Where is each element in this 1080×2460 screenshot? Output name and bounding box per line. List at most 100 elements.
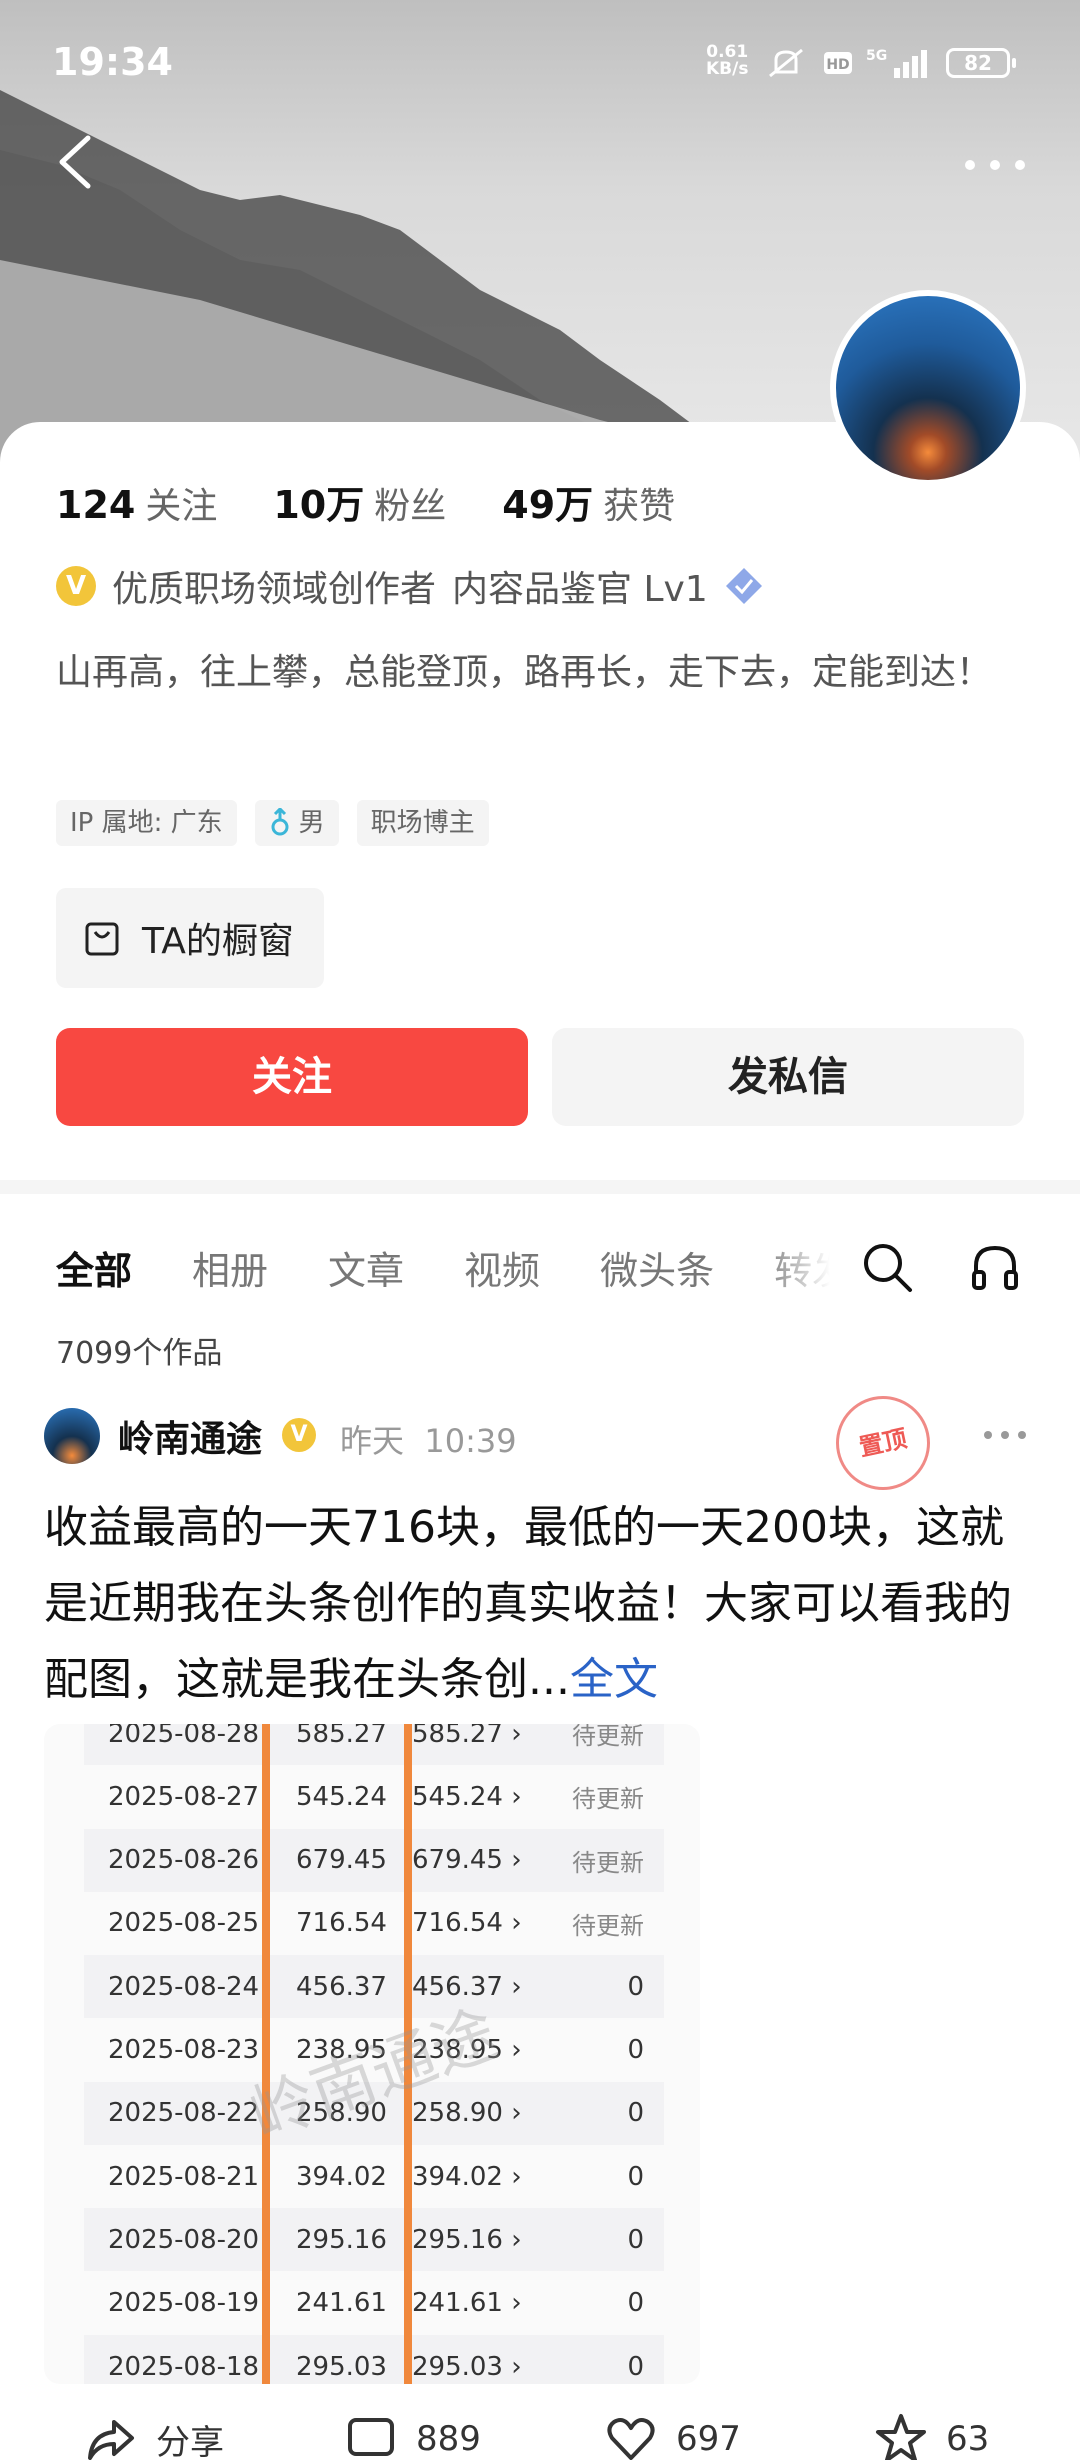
read-more-link[interactable]: 全文 (570, 1654, 658, 1705)
tag-category: 职场博主 (356, 800, 489, 846)
table-cell: 2025-08-26 (108, 1845, 260, 1876)
post-image[interactable]: 2025-08-28 585.27 585.27 › 待更新 2025-08-27 545… (44, 1724, 700, 2384)
stat-following[interactable]: 124 关注 (56, 477, 217, 529)
post-text[interactable]: 收益最高的一天716块，最低的一天200块，这就是近期我在头条创作的真实收益！大… (44, 1490, 1034, 1718)
table-cell: 2025-08-18 (108, 2351, 260, 2382)
diamond-check-icon (725, 568, 762, 604)
content-tabs: 全部 相册 文章 视频 微头条 转发 (56, 1240, 856, 1300)
signal-icon: 5G (866, 48, 927, 78)
table-row: 2025-08-20 295.16 295.16 › 0 (84, 2208, 664, 2272)
follow-button[interactable]: 关注 (56, 1028, 528, 1126)
table-cell: 295.03 (296, 2351, 387, 2382)
table-cell: 716.54 › (412, 1908, 522, 1939)
table-row: 2025-08-18 295.03 295.03 › 0 (84, 2335, 664, 2384)
comment-icon (348, 2418, 394, 2456)
headphones-icon[interactable] (968, 1240, 1022, 1294)
table-cell: 2025-08-23 (108, 2035, 260, 2065)
battery-indicator: 82 (946, 48, 1016, 78)
post-author-avatar[interactable] (44, 1408, 100, 1464)
table-cell: 295.16 (296, 2224, 387, 2255)
network-speed: 0.61 KB/s (706, 42, 749, 79)
table-cell: 679.45 (296, 1845, 387, 1876)
table-cell: 2025-08-24 (108, 1971, 260, 2002)
works-count: 7099个作品 (56, 1336, 223, 1371)
post-author-name[interactable]: 岭南通途 (118, 1410, 262, 1462)
verified-v-icon: V (56, 566, 96, 606)
tab-all[interactable]: 全部 (56, 1240, 132, 1300)
share-button[interactable]: 分享 (84, 2412, 224, 2460)
tab-articles[interactable]: 文章 (328, 1240, 404, 1300)
status-time: 19:34 (52, 40, 173, 84)
table-cell: 2025-08-27 (108, 1781, 260, 1812)
table-cell: 0 (627, 2224, 644, 2255)
table-cell: 0 (627, 2351, 644, 2382)
post-more-icon[interactable] (980, 1420, 1030, 1450)
star-icon (876, 2414, 926, 2460)
table-cell: 2025-08-25 (108, 1908, 260, 1939)
tag-gender: 男 (254, 800, 339, 846)
table-row: 2025-08-19 241.61 241.61 › 0 (84, 2272, 664, 2335)
like-button[interactable]: 697 (604, 2412, 741, 2460)
svg-text:HD: HD (826, 57, 849, 73)
shop-window-button[interactable]: TA的橱窗 (56, 888, 324, 988)
table-cell: 295.03 › (412, 2351, 522, 2382)
search-icon[interactable] (860, 1240, 914, 1294)
creator-title[interactable]: 优质职场领域创作者 (112, 560, 436, 612)
table-cell: 394.02 › (412, 2161, 522, 2192)
table-cell: 545.24 (296, 1781, 387, 1812)
table-cell: 0 (627, 1971, 644, 2002)
table-cell: 0 (627, 2288, 644, 2319)
status-bar: 19:34 0.61 KB/s HD 5G 82 (0, 0, 1080, 120)
tab-albums[interactable]: 相册 (192, 1240, 268, 1300)
table-cell: 716.54 (296, 1908, 387, 1939)
send-message-button[interactable]: 发私信 (552, 1028, 1024, 1126)
table-cell: 394.02 (296, 2161, 387, 2192)
profile-avatar[interactable] (830, 290, 1026, 486)
table-cell: 待更新 (572, 1911, 644, 1940)
hd-icon: HD (824, 52, 852, 74)
stat-likes[interactable]: 49万 获赞 (502, 474, 675, 529)
verified-v-icon: V (282, 1418, 316, 1452)
post-timestamp: 昨天 10:39 (340, 1422, 517, 1460)
post-action-bar: 分享 889 697 63 (0, 2412, 1080, 2460)
table-row: 2025-08-25 716.54 716.54 › 待更新 (84, 1892, 664, 1955)
section-divider (0, 1180, 1080, 1194)
shopping-bag-icon (85, 922, 119, 956)
favorite-button[interactable]: 63 (874, 2412, 989, 2460)
table-cell: 258.90 › (412, 2098, 522, 2129)
table-cell: 456.37 (296, 1971, 387, 2002)
tab-videos[interactable]: 视频 (464, 1240, 540, 1300)
profile-tags: IP 属地: 广东 男 职场博主 (56, 800, 489, 846)
reviewer-title[interactable]: 内容品鉴官 Lv1 (452, 560, 708, 612)
table-cell: 2025-08-28 (108, 1724, 260, 1749)
mute-icon (769, 48, 803, 78)
back-arrow-icon[interactable] (52, 132, 100, 192)
table-row: 2025-08-28 585.27 585.27 › 待更新 (84, 1724, 664, 1765)
table-cell: 585.27 (296, 1724, 387, 1749)
profile-stats: 124 关注 10万 粉丝 49万 获赞 (56, 474, 675, 529)
pinned-stamp: 置顶 (827, 1387, 939, 1499)
table-cell: 0 (627, 2098, 644, 2129)
table-cell: 241.61 (296, 2288, 387, 2319)
more-options-icon[interactable] (960, 150, 1030, 180)
share-icon (88, 2420, 134, 2460)
tab-micro-posts[interactable]: 微头条 (600, 1240, 714, 1300)
tag-ip-location: IP 属地: 广东 (56, 800, 237, 846)
stat-followers[interactable]: 10万 粉丝 (273, 474, 446, 529)
table-cell: 585.27 › (412, 1724, 522, 1749)
table-row: 2025-08-26 679.45 679.45 › 待更新 (84, 1828, 664, 1892)
table-row: 2025-08-27 545.24 545.24 › 待更新 (84, 1765, 664, 1828)
image-highlight-stripe (262, 1724, 270, 2384)
table-cell: 待更新 (572, 1848, 644, 1877)
comment-button[interactable]: 889 (344, 2412, 481, 2460)
table-cell: 0 (627, 2161, 644, 2192)
table-cell: 295.16 › (412, 2224, 522, 2255)
male-icon (271, 808, 289, 836)
table-cell: 679.45 › (412, 1845, 522, 1876)
table-cell: 545.24 › (412, 1781, 522, 1812)
table-cell: 2025-08-22 (108, 2098, 260, 2129)
svg-text:5G: 5G (866, 48, 887, 64)
table-cell: 0 (627, 2035, 644, 2065)
heart-icon (607, 2418, 655, 2460)
creator-titles: V 优质职场领域创作者 内容品鉴官 Lv1 (56, 560, 764, 612)
